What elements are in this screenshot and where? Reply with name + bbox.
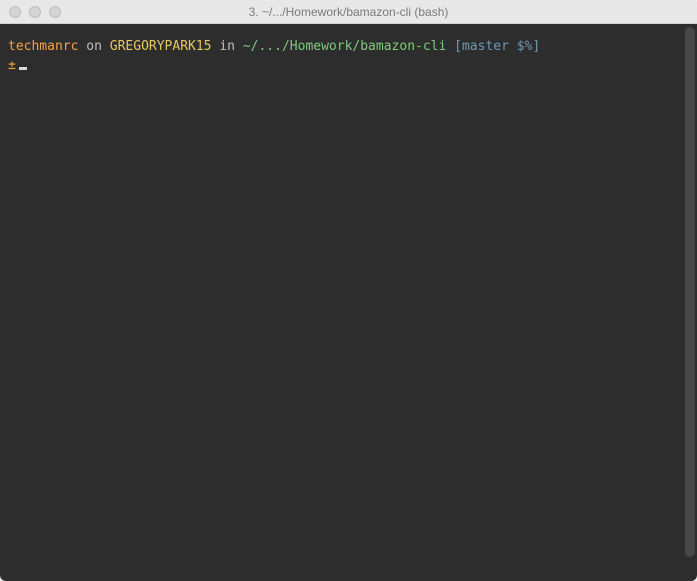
minimize-icon[interactable] bbox=[29, 6, 41, 18]
scrollbar-thumb[interactable] bbox=[685, 27, 695, 557]
prompt-git: [master $%] bbox=[446, 39, 540, 54]
prompt-symbol: ± bbox=[8, 58, 16, 73]
close-icon[interactable] bbox=[9, 6, 21, 18]
prompt-on: on bbox=[78, 39, 109, 54]
traffic-lights bbox=[0, 6, 61, 18]
prompt-in: in bbox=[212, 39, 243, 54]
prompt-host: GREGORYPARK15 bbox=[110, 39, 212, 54]
titlebar[interactable]: 3. ~/.../Homework/bamazon-cli (bash) bbox=[0, 0, 697, 24]
window-title: 3. ~/.../Homework/bamazon-cli (bash) bbox=[0, 5, 697, 19]
maximize-icon[interactable] bbox=[49, 6, 61, 18]
cursor-icon bbox=[19, 67, 27, 70]
terminal-window: 3. ~/.../Homework/bamazon-cli (bash) tec… bbox=[0, 0, 697, 581]
prompt-line-1: techmanrc on GREGORYPARK15 in ~/.../Home… bbox=[8, 38, 689, 56]
prompt-user: techmanrc bbox=[8, 39, 78, 54]
prompt-line-2: ± bbox=[8, 57, 689, 75]
terminal-body[interactable]: techmanrc on GREGORYPARK15 in ~/.../Home… bbox=[0, 24, 697, 581]
prompt-path: ~/.../Homework/bamazon-cli bbox=[243, 39, 447, 54]
